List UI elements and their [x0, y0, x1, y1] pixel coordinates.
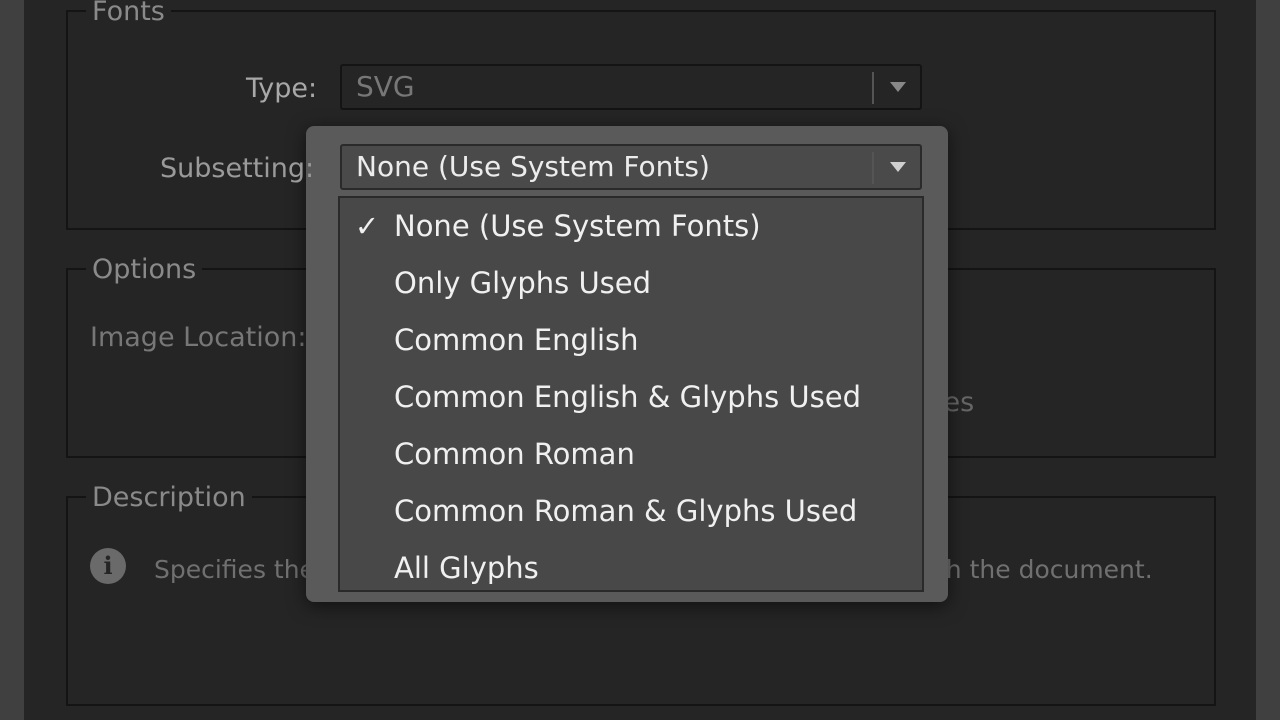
- menu-item-label: Common Roman: [394, 437, 635, 471]
- type-select[interactable]: SVG: [340, 64, 922, 110]
- image-location-label: Image Location:: [90, 322, 307, 353]
- menu-item-common-roman-glyphs-used[interactable]: Common Roman & Glyphs Used: [340, 483, 922, 539]
- type-select-value: SVG: [356, 70, 415, 103]
- menu-item-label: All Glyphs: [394, 551, 539, 585]
- menu-item-common-english-glyphs-used[interactable]: Common English & Glyphs Used: [340, 369, 922, 425]
- fonts-legend: Fonts: [86, 0, 171, 26]
- menu-item-label: Common English: [394, 323, 639, 357]
- type-select-separator: [872, 72, 874, 104]
- subsetting-menu: ✓ None (Use System Fonts) Only Glyphs Us…: [338, 196, 924, 592]
- menu-item-label: Only Glyphs Used: [394, 266, 652, 300]
- subsetting-label: Subsetting:: [160, 153, 315, 184]
- subsetting-select[interactable]: None (Use System Fonts): [340, 144, 922, 190]
- options-legend: Options: [86, 256, 203, 284]
- menu-item-label: Common English & Glyphs Used: [394, 380, 861, 414]
- menu-item-common-roman[interactable]: Common Roman: [340, 426, 922, 482]
- menu-item-label: None (Use System Fonts): [394, 209, 761, 243]
- menu-item-none-use-system-fonts[interactable]: ✓ None (Use System Fonts): [340, 198, 922, 254]
- menu-item-all-glyphs[interactable]: All Glyphs: [340, 540, 922, 596]
- description-text-right: th the document.: [936, 555, 1153, 584]
- chevron-down-icon: [890, 82, 906, 92]
- subsetting-select-value: None (Use System Fonts): [356, 150, 710, 183]
- info-icon: i: [90, 548, 126, 584]
- checkmark-icon: ✓: [354, 209, 380, 243]
- chevron-down-icon: [890, 162, 906, 172]
- menu-item-label: Common Roman & Glyphs Used: [394, 494, 858, 528]
- type-label: Type:: [246, 73, 318, 104]
- subsetting-select-separator: [872, 152, 874, 184]
- menu-item-only-glyphs-used[interactable]: Only Glyphs Used: [340, 255, 922, 311]
- menu-item-common-english[interactable]: Common English: [340, 312, 922, 368]
- description-legend: Description: [86, 484, 252, 512]
